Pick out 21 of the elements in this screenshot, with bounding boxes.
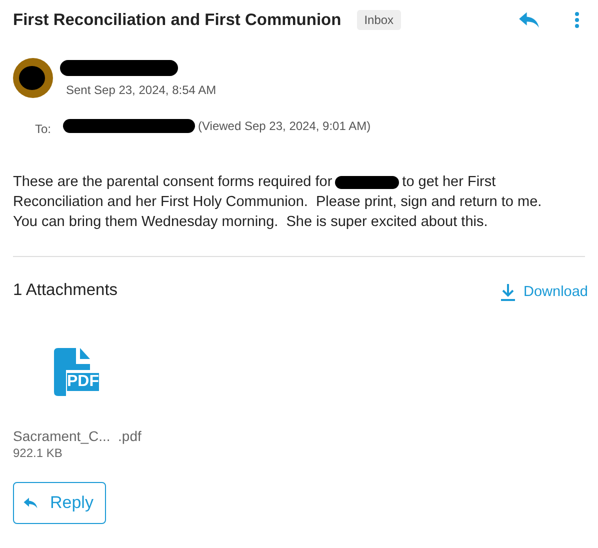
file-name[interactable]: Sacrament_C... .pdf bbox=[13, 428, 588, 444]
download-icon bbox=[500, 283, 516, 301]
to-label: To: bbox=[35, 122, 52, 136]
sent-time: Sent Sep 23, 2024, 8:54 AM bbox=[66, 83, 216, 97]
avatar bbox=[13, 58, 53, 98]
reply-icon bbox=[23, 497, 38, 509]
redaction-mark bbox=[335, 176, 400, 188]
attachments-count: 1 Attachments bbox=[13, 280, 118, 300]
more-options-icon[interactable] bbox=[574, 11, 580, 29]
viewed-time: (Viewed Sep 23, 2024, 9:01 AM) bbox=[198, 119, 371, 133]
message-text: to get her First bbox=[402, 173, 496, 192]
folder-badge: Inbox bbox=[357, 10, 401, 30]
email-subject: First Reconciliation and First Communion bbox=[13, 10, 342, 30]
message-text: Reconciliation and her First Holy Communion. Please print, sign and return to me. bbox=[13, 193, 542, 212]
reply-icon[interactable] bbox=[518, 11, 540, 29]
reply-button[interactable]: Reply bbox=[13, 482, 106, 524]
message-text: These are the parental consent forms required for bbox=[13, 173, 332, 192]
file-type-label: PDF bbox=[67, 373, 99, 391]
file-size: 922.1 KB bbox=[13, 446, 64, 460]
download-button[interactable]: Download bbox=[500, 283, 588, 301]
message-text: You can bring them Wednesday morning. She is super excited about this. bbox=[13, 213, 488, 232]
